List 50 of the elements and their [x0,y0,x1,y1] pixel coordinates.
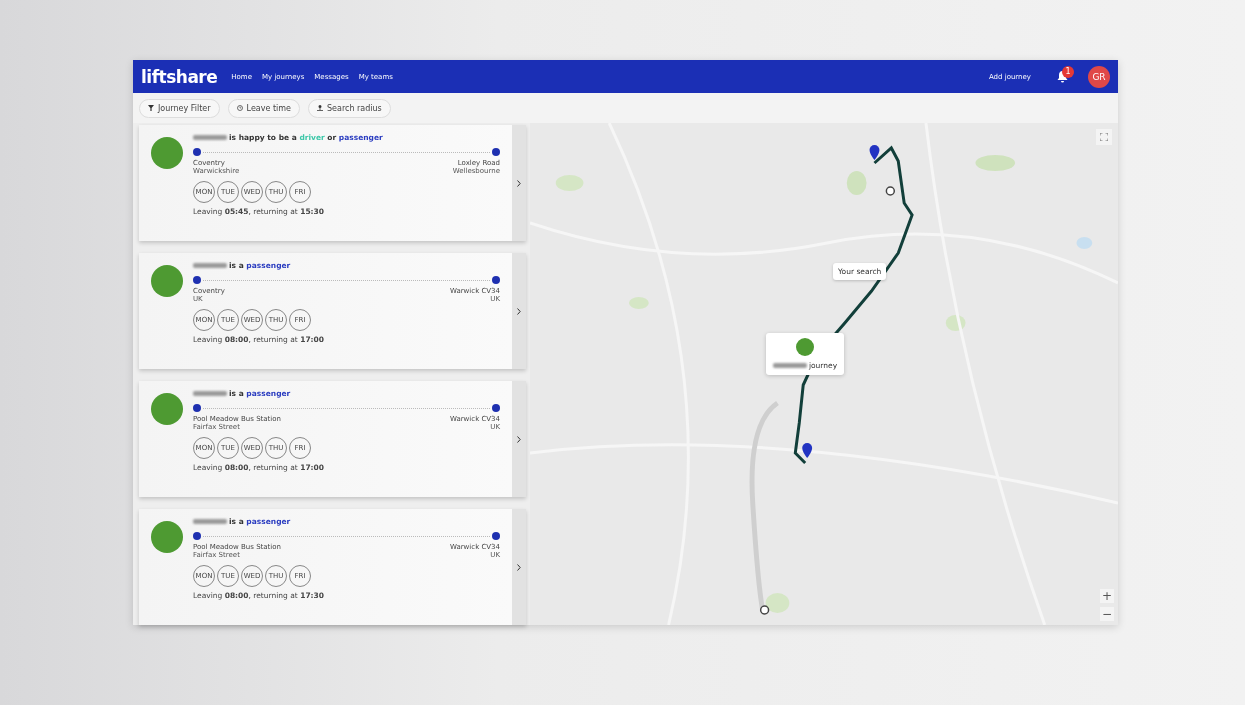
map-pin-icon[interactable] [802,443,813,458]
park-area [945,315,966,331]
chevron-right-icon [517,179,521,187]
avatar [796,338,814,356]
filter-chip[interactable]: Search radius [308,98,391,118]
filter-icon [148,105,154,111]
start-dot [193,532,201,540]
end-dot [492,532,500,540]
lake-area [1076,237,1093,249]
chevron-right-icon [517,307,521,315]
start-dot [193,404,201,412]
chevron-button[interactable] [512,509,526,625]
filter-chip[interactable]: Journey Filter [139,98,220,118]
zoom-in-button[interactable]: + [1100,589,1114,603]
waypoint-marker [885,186,896,196]
start-dot [193,276,201,284]
logo[interactable]: liftshare [141,66,218,87]
park-area [975,155,1016,171]
blurred-name [772,363,807,368]
chevron-button[interactable] [512,125,526,241]
pin-icon [317,105,323,111]
chevron-right-icon [517,435,521,443]
map-pin-icon[interactable] [869,145,880,160]
start-dot [193,148,201,156]
waypoint-marker [759,605,770,615]
park-area [765,593,790,613]
chevron-button[interactable] [512,381,526,497]
blurred-name [193,263,227,268]
avatar [151,265,183,297]
zoom-out-button[interactable]: − [1100,607,1114,621]
end-dot [492,148,500,156]
park-area [846,171,867,195]
end-dot [492,404,500,412]
park-area [629,297,649,309]
avatar-button[interactable]: GR [1088,65,1110,88]
notification-badge: 1 [1062,65,1074,78]
avatar [151,137,183,169]
blurred-name [193,135,227,140]
chevron-right-icon [517,563,521,571]
avatar [151,521,183,553]
park-area [555,175,584,191]
clock-icon [236,105,243,111]
fullscreen-button[interactable] [1096,129,1112,145]
chevron-button[interactable] [512,253,526,369]
blurred-name [193,519,227,524]
blurred-name [193,391,227,396]
fullscreen-icon [1100,133,1108,141]
filter-chip[interactable]: Leave time [227,98,300,118]
end-dot [492,276,500,284]
avatar [151,393,183,425]
